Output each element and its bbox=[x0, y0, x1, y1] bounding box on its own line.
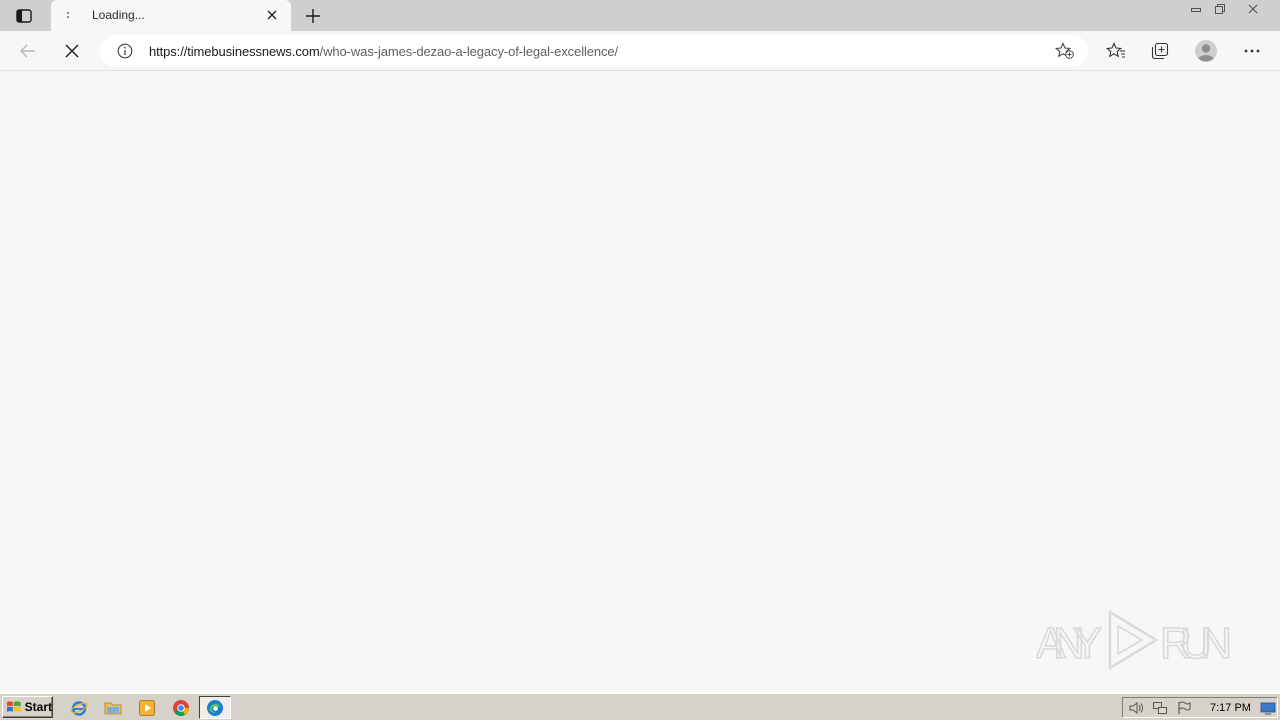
add-favorite-button[interactable] bbox=[1055, 42, 1075, 60]
windows-logo-icon bbox=[6, 701, 21, 712]
watermark-text-right: RUN bbox=[1160, 619, 1232, 668]
start-button[interactable]: Start bbox=[2, 696, 53, 718]
active-tab[interactable]: Loading... bbox=[51, 0, 291, 31]
volume-button[interactable] bbox=[1127, 700, 1145, 716]
url-path: /who-was-james-dezao-a-legacy-of-legal-e… bbox=[319, 44, 619, 59]
stop-icon bbox=[65, 44, 79, 58]
taskbar: Start 7:17 PM bbox=[0, 693, 1280, 720]
flag-icon bbox=[1178, 701, 1191, 714]
internet-explorer-taskbar-button[interactable] bbox=[69, 698, 89, 718]
info-icon bbox=[117, 43, 133, 59]
window-close-icon bbox=[1248, 4, 1258, 13]
file-explorer-taskbar-button[interactable] bbox=[103, 698, 123, 718]
close-icon bbox=[267, 10, 277, 20]
network-button[interactable] bbox=[1151, 700, 1169, 716]
settings-more-button[interactable] bbox=[1236, 35, 1268, 67]
window-close-button[interactable] bbox=[1238, 0, 1268, 17]
chrome-taskbar-button[interactable] bbox=[171, 698, 191, 718]
collections-icon bbox=[1151, 42, 1169, 60]
chrome-icon bbox=[173, 700, 189, 716]
tab-strip: Loading... bbox=[0, 0, 1280, 31]
back-button[interactable] bbox=[12, 35, 44, 67]
tab-actions-button[interactable] bbox=[8, 5, 40, 27]
network-icon bbox=[1153, 702, 1167, 714]
restore-icon bbox=[1215, 3, 1225, 14]
system-tray: 7:17 PM bbox=[1122, 697, 1278, 718]
site-info-button[interactable] bbox=[116, 42, 134, 60]
anyrun-watermark-logo: ANY RUN bbox=[1036, 609, 1233, 671]
watermark-text-left: ANY bbox=[1036, 619, 1102, 668]
back-arrow-icon bbox=[19, 44, 35, 58]
start-label: Start bbox=[24, 700, 52, 714]
edge-taskbar-button[interactable] bbox=[205, 698, 225, 718]
folder-icon bbox=[104, 702, 122, 715]
stop-loading-button[interactable] bbox=[56, 35, 88, 67]
internet-explorer-icon bbox=[70, 701, 88, 716]
tab-close-button[interactable] bbox=[263, 6, 281, 24]
address-bar[interactable]: https://timebusinessnews.com/who-was-jam… bbox=[100, 35, 1088, 67]
edge-icon bbox=[207, 700, 223, 716]
media-player-taskbar-button[interactable] bbox=[137, 698, 157, 718]
star-plus-icon bbox=[1055, 42, 1074, 59]
profile-button[interactable] bbox=[1190, 35, 1222, 67]
clock[interactable]: 7:17 PM bbox=[1210, 702, 1251, 714]
minimize-icon bbox=[1191, 7, 1201, 12]
loading-icon bbox=[65, 8, 71, 22]
tab-actions-icon bbox=[16, 9, 32, 23]
url-text[interactable]: https://timebusinessnews.com/who-was-jam… bbox=[149, 44, 618, 59]
show-desktop-button[interactable] bbox=[1259, 700, 1277, 716]
minimize-button[interactable] bbox=[1184, 0, 1208, 17]
plus-icon bbox=[306, 9, 320, 23]
tab-title: Loading... bbox=[92, 8, 145, 22]
restore-button[interactable] bbox=[1208, 0, 1232, 17]
desktop-icon bbox=[1260, 702, 1276, 715]
speaker-icon bbox=[1129, 702, 1143, 714]
favorites-button[interactable] bbox=[1100, 35, 1132, 67]
collections-button[interactable] bbox=[1144, 35, 1176, 67]
more-horizontal-icon bbox=[1244, 49, 1260, 53]
new-tab-button[interactable] bbox=[301, 4, 325, 28]
url-host: https://timebusinessnews.com bbox=[149, 44, 320, 59]
action-center-button[interactable] bbox=[1175, 700, 1193, 716]
page-content bbox=[0, 71, 1280, 693]
browser-toolbar: https://timebusinessnews.com/who-was-jam… bbox=[0, 31, 1280, 71]
avatar-icon bbox=[1195, 40, 1217, 62]
favorites-icon bbox=[1106, 42, 1125, 58]
media-player-icon bbox=[139, 700, 155, 716]
